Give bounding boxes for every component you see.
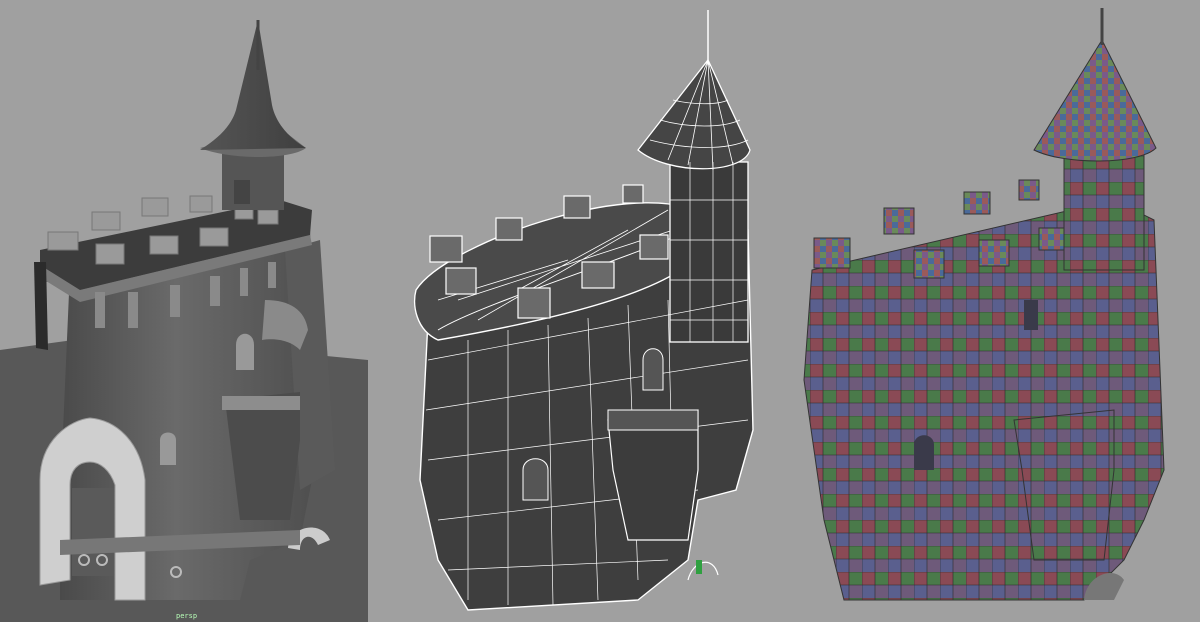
viewport-shaded[interactable]: persp — [0, 0, 368, 622]
shaded-castle-render — [0, 20, 368, 622]
viewport-wireframe[interactable] — [368, 0, 784, 622]
wireframe-castle-render — [413, 10, 754, 611]
camera-label: persp — [176, 612, 198, 620]
viewport-uv-checker[interactable] — [784, 0, 1200, 622]
uv-checker-castle-render — [803, 8, 1165, 601]
